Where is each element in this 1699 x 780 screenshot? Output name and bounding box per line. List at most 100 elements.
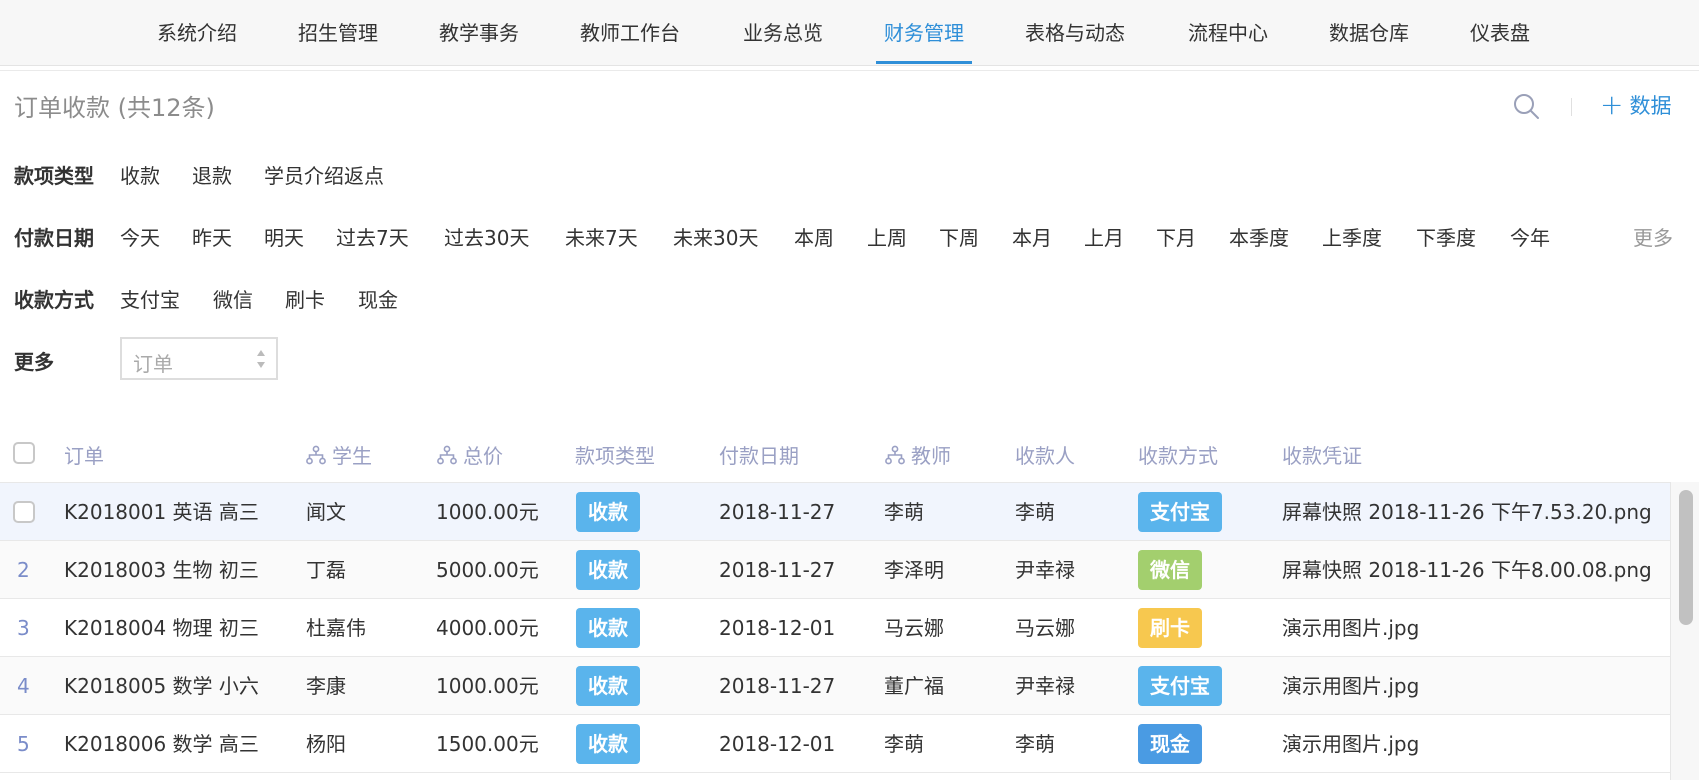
add-data-button[interactable]: + 数据 <box>1600 90 1671 120</box>
voucher-cell[interactable]: 屏幕快照 2018-11-26 下午7.53.20.png <box>1282 483 1670 541</box>
filter-option-next-week[interactable]: 下周 <box>939 222 979 251</box>
row-index: 4 <box>17 674 30 698</box>
table-row[interactable]: 4 K2018005 数学 小六 李康 1000.00元 收款 2018-11-… <box>0 656 1670 714</box>
filter-option-next-quarter[interactable]: 下季度 <box>1416 222 1476 251</box>
more-field-select[interactable]: 订单 <box>120 337 278 380</box>
filter-option-last-month[interactable]: 上月 <box>1084 222 1124 251</box>
column-header-payee[interactable]: 收款人 <box>1015 440 1075 469</box>
filter-option-last-week[interactable]: 上周 <box>867 222 907 251</box>
column-header-teacher[interactable]: 教师 <box>885 440 951 469</box>
filter-option-this-month[interactable]: 本月 <box>1012 222 1052 251</box>
total-cell: 1000.00元 <box>436 674 539 698</box>
order-cell[interactable]: K2018001 英语 高三 <box>64 483 294 541</box>
voucher-cell[interactable]: 演示用图片.jpg <box>1282 599 1670 657</box>
order-cell[interactable]: K2018006 数学 高三 <box>64 715 294 773</box>
page-title: 订单收款 (共12条) <box>14 94 215 122</box>
order-cell[interactable]: K2018005 数学 小六 <box>64 657 294 715</box>
filter-label-payment-type: 款项类型 <box>14 164 94 188</box>
filter-option-next-30-days[interactable]: 未来30天 <box>673 222 758 251</box>
column-header-payee-label: 收款人 <box>1015 444 1075 468</box>
tab-dashboard[interactable]: 仪表盘 <box>1470 0 1530 66</box>
student-cell: 杨阳 <box>306 732 346 756</box>
tab-teacher-workbench[interactable]: 教师工作台 <box>580 0 680 66</box>
filter-option-this-quarter[interactable]: 本季度 <box>1229 222 1289 251</box>
filter-option-today[interactable]: 今天 <box>120 222 160 251</box>
student-cell: 丁磊 <box>306 558 346 582</box>
tab-process-center[interactable]: 流程中心 <box>1188 0 1268 66</box>
order-cell[interactable]: K2018003 生物 初三 <box>64 541 294 599</box>
sort-arrows-icon <box>257 350 265 368</box>
filter-option-yesterday[interactable]: 昨天 <box>192 222 232 251</box>
filter-option-referral-rebate[interactable]: 学员介绍返点 <box>264 160 384 189</box>
filter-option-past-30-days[interactable]: 过去30天 <box>444 222 529 251</box>
payment-type-badge: 收款 <box>576 608 640 648</box>
payment-type-badge: 收款 <box>576 666 640 706</box>
tab-teaching-affairs[interactable]: 教学事务 <box>439 0 519 66</box>
filter-option-collect[interactable]: 收款 <box>120 160 160 189</box>
filter-option-next-month[interactable]: 下月 <box>1156 222 1196 251</box>
date-cell: 2018-11-27 <box>719 500 836 524</box>
filter-option-card[interactable]: 刷卡 <box>285 284 325 313</box>
table-row[interactable]: 5 K2018006 数学 高三 杨阳 1500.00元 收款 2018-12-… <box>0 714 1670 772</box>
column-header-student[interactable]: 学生 <box>306 440 372 469</box>
filter-option-this-week[interactable]: 本周 <box>794 222 834 251</box>
filter-option-this-year[interactable]: 今年 <box>1510 222 1550 251</box>
filter-option-alipay[interactable]: 支付宝 <box>120 284 180 313</box>
payment-method-badge: 现金 <box>1138 724 1202 764</box>
filter-option-last-quarter[interactable]: 上季度 <box>1322 222 1382 251</box>
column-header-order[interactable]: 订单 <box>64 440 104 469</box>
filter-option-wechat[interactable]: 微信 <box>213 284 253 313</box>
tab-tables-dynamics[interactable]: 表格与动态 <box>1025 0 1125 66</box>
filter-more-dates-link[interactable]: 更多 <box>1633 222 1673 251</box>
filter-option-cash[interactable]: 现金 <box>358 284 398 313</box>
column-header-payment-type-label: 款项类型 <box>575 444 655 468</box>
voucher-cell[interactable]: 屏幕快照 2018-11-26 下午8.00.08.png <box>1282 541 1670 599</box>
select-all-checkbox[interactable] <box>13 442 35 464</box>
column-header-voucher[interactable]: 收款凭证 <box>1282 440 1362 469</box>
header-divider <box>1571 98 1572 116</box>
filter-option-refund[interactable]: 退款 <box>192 160 232 189</box>
column-header-total[interactable]: 总价 <box>437 440 503 469</box>
top-nav: 系统介绍 招生管理 教学事务 教师工作台 业务总览 财务管理 表格与动态 流程中… <box>0 0 1699 66</box>
column-header-payment-date[interactable]: 付款日期 <box>719 440 799 469</box>
add-data-label: 数据 <box>1629 94 1672 118</box>
tab-business-overview[interactable]: 业务总览 <box>743 0 823 66</box>
column-header-payment-type[interactable]: 款项类型 <box>575 440 655 469</box>
table-row[interactable]: 2 K2018003 生物 初三 丁磊 5000.00元 收款 2018-11-… <box>0 540 1670 598</box>
date-cell: 2018-11-27 <box>719 674 836 698</box>
row-index: 5 <box>17 732 30 756</box>
voucher-cell[interactable]: 演示用图片.jpg <box>1282 657 1670 715</box>
tab-data-warehouse[interactable]: 数据仓库 <box>1329 0 1409 66</box>
table-row[interactable]: K2018001 英语 高三 闻文 1000.00元 收款 2018-11-27… <box>0 482 1670 540</box>
filter-option-tomorrow[interactable]: 明天 <box>264 222 304 251</box>
filter-option-next-7-days[interactable]: 未来7天 <box>565 222 638 251</box>
search-icon[interactable] <box>1512 92 1542 122</box>
column-header-payment-method-label: 收款方式 <box>1138 444 1218 468</box>
date-cell: 2018-12-01 <box>719 616 836 640</box>
column-header-student-label: 学生 <box>332 444 372 468</box>
payment-method-badge: 微信 <box>1138 550 1202 590</box>
payment-type-badge: 收款 <box>576 550 640 590</box>
voucher-cell[interactable]: 演示用图片.jpg <box>1282 715 1670 773</box>
row-index: 3 <box>17 616 30 640</box>
column-header-order-label: 订单 <box>64 444 104 468</box>
tab-system-intro[interactable]: 系统介绍 <box>157 0 237 66</box>
teacher-cell: 马云娜 <box>884 616 944 640</box>
scrollbar-thumb[interactable] <box>1679 490 1693 625</box>
order-cell[interactable]: K2018004 物理 初三 <box>64 599 294 657</box>
total-cell: 1000.00元 <box>436 500 539 524</box>
row-checkbox[interactable] <box>13 501 35 523</box>
filter-option-past-7-days[interactable]: 过去7天 <box>336 222 409 251</box>
payee-cell: 尹幸禄 <box>1015 558 1075 582</box>
payment-type-badge: 收款 <box>576 492 640 532</box>
row-index: 2 <box>17 558 30 582</box>
payee-cell: 尹幸禄 <box>1015 674 1075 698</box>
table-scrollbar[interactable] <box>1670 482 1699 780</box>
column-header-payment-method[interactable]: 收款方式 <box>1138 440 1218 469</box>
tab-enrollment[interactable]: 招生管理 <box>298 0 378 66</box>
teacher-cell: 董广福 <box>884 674 944 698</box>
tab-finance[interactable]: 财务管理 <box>876 0 972 66</box>
total-cell: 1500.00元 <box>436 732 539 756</box>
table-row[interactable]: 3 K2018004 物理 初三 杜嘉伟 4000.00元 收款 2018-12… <box>0 598 1670 656</box>
student-cell: 李康 <box>306 674 346 698</box>
